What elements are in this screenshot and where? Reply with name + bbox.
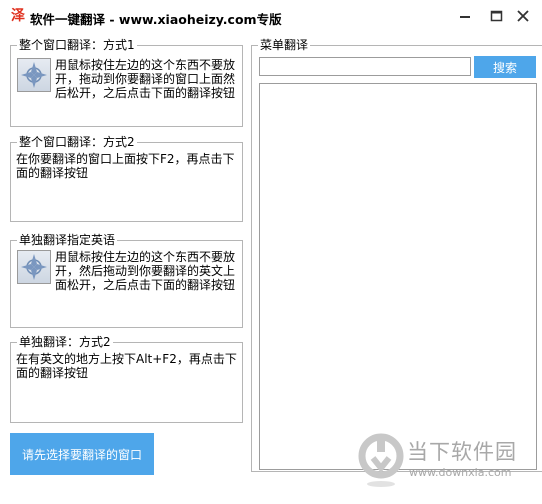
watermark-name: 当下软件园 [407,440,517,464]
group-title: 菜单翻译 [260,38,309,52]
group-title: 单独翻译：方式2 [19,335,111,349]
group-instruction-text: 在你要翻译的窗口上面按下F2，再点击下面的翻译按钮 [16,152,235,180]
watermark-logo-icon [358,433,404,487]
menu-list[interactable] [259,83,537,470]
group-instruction-text: 用鼠标按住左边的这个东西不要放开，然后拖动到你要翻译的英文上面松开，之后点击下面… [55,250,236,292]
minimize-button[interactable] [454,6,476,26]
group-title: 单独翻译指定英语 [19,233,116,247]
window-title: 软件一键翻译 - www.xiaoheizy.com专版 [30,12,282,27]
maximize-icon [490,10,503,22]
crosshair-drag-icon[interactable] [17,58,51,92]
group-instruction-text: 在有英文的地方上按下Alt+F2，再点击下面的翻译按钮 [16,352,237,380]
search-input[interactable] [259,57,471,76]
crosshair-drag-icon[interactable] [17,250,51,284]
search-button[interactable]: 搜索 [474,56,536,78]
select-window-button[interactable]: 请先选择要翻译的窗口 [10,433,154,475]
close-button[interactable] [512,6,534,26]
group-instruction-text: 用鼠标按住左边的这个东西不要放开，拖动到你要翻译的窗口上面然后松开，之后点击下面… [55,58,236,100]
group-title: 整个窗口翻译：方式1 [19,38,135,52]
app-logo-icon: 泽 [11,8,25,24]
close-icon [517,10,529,22]
maximize-button[interactable] [485,6,507,26]
watermark-url: www.downxia.com [409,466,512,479]
main-content: 整个窗口翻译：方式1 用鼠标按住左边的这个东西不要放开，拖动到你要翻译的窗口上面… [0,34,542,504]
watermark: 当下软件园 www.downxia.com [355,430,535,500]
minimize-icon [460,16,470,18]
title-bar: 泽 软件一键翻译 - www.xiaoheizy.com专版 [0,0,542,34]
group-title: 整个窗口翻译：方式2 [19,135,135,149]
